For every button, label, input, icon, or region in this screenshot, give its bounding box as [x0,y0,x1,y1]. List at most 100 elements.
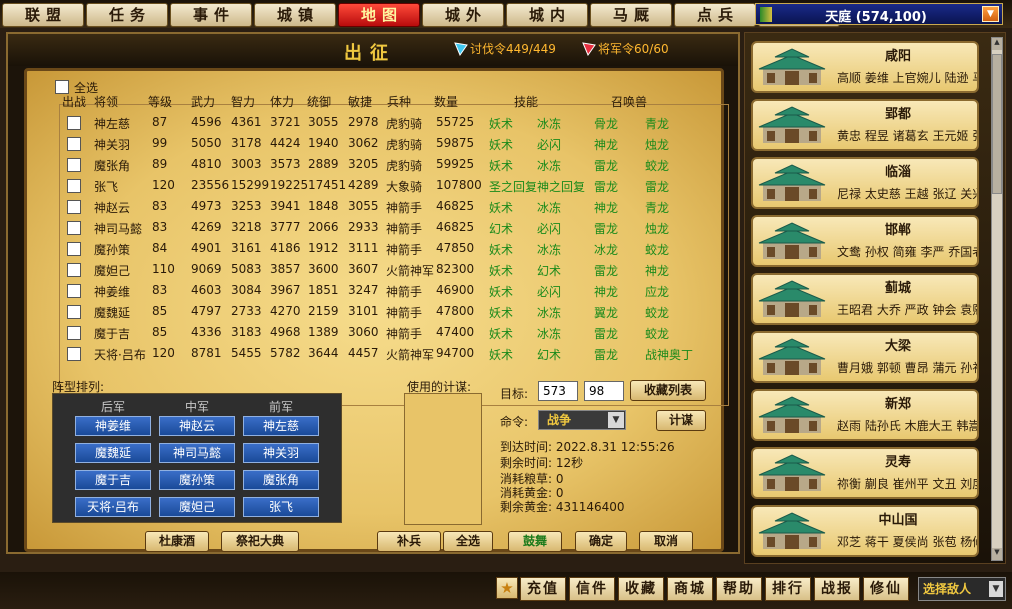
ritual-button[interactable]: 祭祀大典 [221,531,299,552]
flag-icon [760,7,772,22]
select-all-button[interactable]: 全选 [443,531,493,552]
formation-slot[interactable]: 魔魏延 [75,443,151,463]
general-checkbox[interactable] [67,347,81,361]
city-card[interactable]: 咸阳 高顺 姜维 上官婉儿 陆逊 马 [751,41,979,93]
formation-slot[interactable]: 张飞 [243,497,319,517]
wine-button[interactable]: 杜康酒 [145,531,209,552]
bottom-nav-item[interactable]: 帮助 [716,577,762,601]
nav-tab-7[interactable]: 马厩 [590,3,672,27]
command-select[interactable]: 战争 ▼ [538,410,626,430]
cell-lv: 83 [152,199,168,213]
cell-name: 天将·吕布 [94,348,146,362]
general-checkbox[interactable] [67,263,81,277]
formation-slot[interactable]: 魔妲己 [159,497,235,517]
city-card[interactable]: 蓟城 王昭君 大乔 严政 钟会 袁熙 [751,273,979,325]
formation-slot[interactable]: 神赵云 [159,416,235,436]
bottom-nav-item[interactable]: 修仙 [863,577,909,601]
nav-tab-8[interactable]: 点兵 [674,3,756,27]
bottom-nav-item[interactable]: 战报 [814,577,860,601]
plot-button[interactable]: 计谋 [656,410,706,431]
cell-wu: 4901 [191,241,222,255]
server-selector[interactable]: 天庭 (574,100) ▼ [755,3,1003,25]
cell-zhi: 4361 [231,115,262,129]
nav-tab-6[interactable]: 城内 [506,3,588,27]
general-checkbox[interactable] [67,200,81,214]
cell-lv: 85 [152,325,168,339]
confirm-button[interactable]: 确定 [575,531,627,552]
city-list-scrollbar[interactable]: ▲ ▼ [991,37,1003,561]
building-icon [757,395,827,437]
cell-wu: 4336 [191,325,222,339]
formation-slot[interactable]: 魔于吉 [75,470,151,490]
city-card[interactable]: 中山国 邓芝 蒋干 夏侯尚 张苞 杨修 [751,505,979,557]
nav-tab-4[interactable]: 地图 [338,3,420,27]
formation-slot[interactable]: 魔张角 [243,470,319,490]
general-checkbox[interactable] [67,221,81,235]
general-checkbox[interactable] [67,137,81,151]
building-icon [757,163,827,205]
nav-tab-3[interactable]: 城镇 [254,3,336,27]
formation-slot[interactable]: 神姜维 [75,416,151,436]
select-all-checkbox[interactable] [55,80,69,94]
scroll-up-icon[interactable]: ▲ [992,38,1002,50]
general-checkbox[interactable] [67,326,81,340]
bottom-nav-item[interactable]: 商城 [667,577,713,601]
inspire-button[interactable]: 鼓舞 [508,531,562,552]
bottom-nav-item[interactable]: 充值 [520,577,566,601]
general-checkbox[interactable] [67,158,81,172]
formation-slot[interactable]: 天将·吕布 [75,497,151,517]
cell-s2: 幻术 [537,348,562,362]
city-card[interactable]: 灵寿 祢衡 蒯良 崔州平 文丑 刘度 [751,447,979,499]
enemy-select[interactable]: 选择敌人 ▼ [918,577,1006,601]
cell-type: 神箭手 [386,222,423,236]
bottom-nav-item[interactable]: 信件 [569,577,615,601]
favorites-button[interactable]: 收藏列表 [630,380,706,401]
cancel-button[interactable]: 取消 [639,531,693,552]
cell-type: 大象骑 [386,180,423,194]
cell-min: 3247 [348,283,379,297]
general-checkbox[interactable] [67,284,81,298]
general-checkbox[interactable] [67,305,81,319]
nav-tab-5[interactable]: 城外 [422,3,504,27]
general-checkbox[interactable] [67,116,81,130]
cell-zhi: 3253 [231,199,262,213]
city-card[interactable]: 邯郸 文鸯 孙权 简雍 李严 乔国老 [751,215,979,267]
star-icon[interactable]: ★ [496,577,518,599]
city-card[interactable]: 郢都 黄忠 程昱 诸葛玄 王元姬 张 [751,99,979,151]
cell-zhi: 3183 [231,325,262,339]
scroll-down-icon[interactable]: ▼ [992,548,1002,560]
city-card[interactable]: 大梁 曹月娥 郭顿 曹昂 蒲元 孙礼 [751,331,979,383]
cell-zhi: 15299 [231,178,270,192]
general-checkbox[interactable] [67,242,81,256]
cell-s2: 冰冻 [537,201,562,215]
nav-tab-1[interactable]: 任务 [86,3,168,27]
formation-slot[interactable]: 魔孙策 [159,470,235,490]
dropdown-icon[interactable]: ▼ [982,6,999,22]
nav-tab-2[interactable]: 事件 [170,3,252,27]
general-checkbox[interactable] [67,179,81,193]
scroll-thumb[interactable] [992,54,1002,194]
city-generals: 尼禄 太史慈 王越 张辽 关兴 [837,187,979,201]
formation-slot[interactable]: 神关羽 [243,443,319,463]
target-x-input[interactable]: 573 [538,381,578,401]
formation-slot[interactable]: 神司马懿 [159,443,235,463]
cell-b1: 神龙 [594,138,619,152]
cell-num: 94700 [436,346,475,360]
cell-wu: 4797 [191,304,222,318]
bottom-nav-item[interactable]: 排行 [765,577,811,601]
city-card[interactable]: 临淄 尼禄 太史慈 王越 张辽 关兴 [751,157,979,209]
cell-wu: 4596 [191,115,222,129]
plots-list[interactable] [404,393,482,525]
column-header: 武力 [191,95,216,109]
cell-s1: 妖术 [489,348,514,362]
cell-min: 2933 [348,220,379,234]
formation-slot[interactable]: 神左慈 [243,416,319,436]
dropdown-icon[interactable]: ▼ [989,581,1003,597]
nav-tab-0[interactable]: 联盟 [2,3,84,27]
bottom-nav-item[interactable]: 收藏 [618,577,664,601]
target-y-input[interactable]: 98 [584,381,624,401]
city-name: 灵寿 [884,455,911,470]
city-card[interactable]: 新郑 赵雨 陆孙氏 木鹿大王 韩嵩 [751,389,979,441]
replenish-button[interactable]: 补兵 [377,531,441,552]
dropdown-icon[interactable]: ▼ [608,412,624,428]
